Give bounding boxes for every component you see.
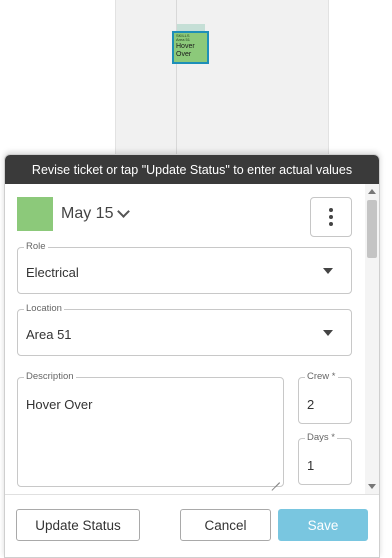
- kebab-dot-icon: [329, 222, 333, 226]
- location-value: Area 51: [26, 327, 72, 342]
- scroll-up-icon[interactable]: [368, 189, 376, 194]
- calendar-column: [115, 0, 329, 160]
- description-value: Hover Over: [26, 397, 93, 412]
- more-options-button[interactable]: [310, 197, 352, 237]
- chevron-down-icon[interactable]: [117, 204, 131, 218]
- save-button[interactable]: Save: [278, 509, 368, 541]
- description-textarea[interactable]: Description Hover Over: [17, 371, 284, 487]
- location-select[interactable]: Location Area 51: [17, 303, 352, 356]
- date-selector[interactable]: May 15: [17, 197, 131, 231]
- crew-label: Crew *: [305, 371, 338, 383]
- date-label: May 15: [61, 205, 114, 222]
- role-value: Electrical: [26, 265, 79, 280]
- days-label: Days *: [305, 432, 337, 444]
- revise-ticket-dialog: Revise ticket or tap "Update Status" to …: [4, 154, 380, 558]
- update-status-button[interactable]: Update Status: [16, 509, 140, 541]
- kebab-dot-icon: [329, 215, 333, 219]
- location-label: Location: [24, 303, 64, 315]
- resize-handle-icon[interactable]: [271, 474, 280, 483]
- description-label: Description: [24, 371, 76, 383]
- role-select[interactable]: Role Electrical: [17, 241, 352, 294]
- dropdown-arrow-icon: [323, 268, 333, 274]
- dialog-scroll-area[interactable]: May 15 Role Electrical Location Area 51 …: [5, 184, 365, 494]
- cancel-button[interactable]: Cancel: [180, 509, 271, 541]
- days-value: 1: [307, 458, 315, 473]
- card-title: Hover Over: [176, 43, 195, 58]
- scroll-down-icon[interactable]: [368, 484, 376, 489]
- crew-value: 2: [307, 397, 315, 412]
- vertical-scrollbar[interactable]: [365, 184, 379, 494]
- scroll-thumb[interactable]: [367, 200, 377, 258]
- kebab-dot-icon: [329, 208, 333, 212]
- days-field[interactable]: Days * 1: [298, 432, 352, 485]
- calendar-ticket-card[interactable]: SKILLS Area 51 Hover Over: [172, 31, 209, 64]
- crew-field[interactable]: Crew * 2: [298, 371, 352, 424]
- dialog-header: Revise ticket or tap "Update Status" to …: [5, 155, 379, 184]
- role-label: Role: [24, 241, 48, 253]
- dropdown-arrow-icon: [323, 330, 333, 336]
- color-swatch[interactable]: [17, 197, 53, 231]
- calendar-card-tab: [177, 24, 205, 31]
- dialog-footer: Update Status Cancel Save: [5, 494, 379, 557]
- card-small-line2: Area 51: [176, 38, 191, 42]
